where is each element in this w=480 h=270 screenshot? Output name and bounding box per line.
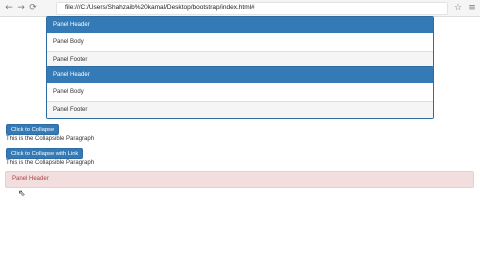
reload-icon[interactable]: ⟳ [27,2,39,14]
panel-heading: Panel Header [47,17,433,33]
mouse-cursor-icon: ⇖ [18,189,26,199]
bookmark-star-icon[interactable]: ☆ [452,2,464,14]
panel-primary-2: Panel Header Panel Body Panel Footer [46,66,434,119]
panel-heading: Panel Header [12,176,49,182]
back-icon[interactable]: ← [3,2,15,14]
address-bar[interactable]: file:///C:/Users/Shahzaib%20kamal/Deskto… [56,2,448,15]
panel-heading: Panel Header [47,67,433,83]
panel-footer: Panel Footer [47,101,433,118]
browser-toolbar: ← → ⟳ file:///C:/Users/Shahzaib%20kamal/… [0,0,480,17]
panel-body: Panel Body [47,83,433,101]
collapsible-paragraph: This is the Collapsible Paragraph [6,160,95,166]
collapsible-paragraph: This is the Collapsible Paragraph [6,136,95,142]
panel-danger: Panel Header [5,171,474,188]
collapse-button[interactable]: Click to Collapse [6,124,60,135]
browser-menu-icon[interactable]: ≡ [466,2,478,14]
url-text[interactable]: file:///C:/Users/Shahzaib%20kamal/Deskto… [65,4,255,11]
panel-body: Panel Body [47,33,433,51]
forward-icon[interactable]: → [15,2,27,14]
panel-primary-1: Panel Header Panel Body Panel Footer [46,16,434,69]
collapse-with-link-button[interactable]: Click to Collapse with Link [6,148,84,159]
